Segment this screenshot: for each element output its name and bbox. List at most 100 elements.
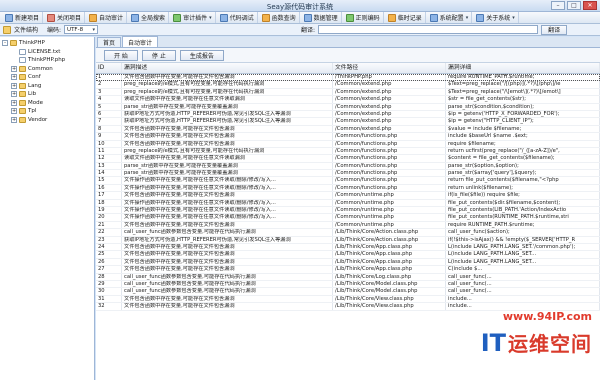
toolbar-close-project[interactable]: 关闭项目 [44, 12, 86, 23]
expand-icon[interactable]: + [11, 74, 17, 81]
cell-detail: call_user_func(... [446, 273, 600, 280]
table-row[interactable]: 27 文件包含函数中存在变量,可能存在文件包含漏洞/Lib/Think/Core/… [96, 266, 600, 274]
table-row[interactable]: 20 文件操作函数中存在变量,可能存在任意文件读取/删除/修改/写入.../Com… [96, 214, 600, 222]
tree-item-label: ThinkPHP.php [28, 57, 66, 64]
table-row[interactable]: 28 call_user_func函数参数包含变量,可能存在代码执行漏洞/Lib/… [96, 273, 600, 281]
toolbar-data-management[interactable]: 数据管理 [301, 12, 342, 23]
table-row[interactable]: 9 文件包含函数中存在变量,可能存在文件包含漏洞/Common/functions… [96, 133, 600, 141]
table-row[interactable]: 21 文件包含函数中存在变量,可能存在文件包含漏洞/Common/runtime.… [96, 221, 600, 230]
table-row[interactable]: 4 读取文件函数中存在变量,可能存在任意文件读取漏洞/Common/extend.… [96, 96, 600, 104]
minimize-button[interactable]: – [551, 1, 565, 10]
cell-id: 7 [96, 118, 122, 125]
table-row[interactable]: 23 获取IP地址方式可伪造,HTTP_REFERER可伪造,常见引发SQL注入等… [96, 236, 600, 244]
cell-detail: if(!$this->isAjax() && !empty($_SERVER['… [446, 236, 600, 243]
translate-label: 翻译: [301, 27, 316, 34]
tree-item[interactable]: + Lib [0, 90, 94, 99]
toolbar-label: 审计插件 [183, 15, 208, 22]
toolbar-auto-audit[interactable]: 自动审计 [86, 12, 128, 23]
table-row[interactable]: 11 preg_replace的/e模式,且有可控变量,可能存在代码执行漏洞/Co… [96, 147, 600, 156]
table-row[interactable]: 32 文件包含函数中存在变量,可能存在文件包含漏洞/Lib/Think/Core/… [96, 303, 600, 311]
toolbar-new-project[interactable]: 新建项目 [2, 12, 44, 23]
toolbar-system-config[interactable]: 系统配置 ▾ [427, 12, 473, 23]
tab-strip: 首页 自动审计 [96, 36, 600, 48]
table-row[interactable]: 30 call_user_func函数参数包含变量,可能存在代码执行漏洞/Lib/… [96, 288, 600, 296]
tree-item[interactable]: + Mode [0, 99, 94, 108]
expand-icon[interactable]: + [11, 116, 17, 123]
cell-id: 30 [96, 288, 122, 295]
close-window-button[interactable]: ✕ [583, 1, 597, 10]
column-header-description[interactable]: 漏洞描述 [122, 63, 333, 73]
table-row[interactable]: 7 获取IP地址方式可伪造,HTTP_REFERER可伪造,常见引发SQL注入等漏… [96, 118, 600, 126]
table-row[interactable]: 26 文件包含函数中存在变量,可能存在文件包含漏洞/Lib/Think/Core/… [96, 258, 600, 267]
expand-icon[interactable]: + [11, 65, 17, 72]
table-row[interactable]: 10 文件包含函数中存在变量,可能存在文件包含漏洞/Common/function… [96, 140, 600, 148]
toolbar-audit-plugin[interactable]: 审计插件 ▾ [170, 12, 216, 23]
tree-item[interactable]: - ThinkPHP [0, 39, 94, 48]
cell-file-path: /Lib/Think/Core/Log.class.php [333, 273, 446, 280]
tab-home[interactable]: 首页 [97, 37, 122, 47]
collapse-icon[interactable]: - [2, 40, 8, 47]
table-row[interactable]: 2 preg_replace的/e模式,且有可控变量,可能存在代码执行漏洞/Com… [96, 81, 600, 89]
tree-item[interactable]: + Conf [0, 73, 94, 82]
toolbar-global-search[interactable]: 全局搜索 [128, 12, 170, 23]
tab-auto-audit[interactable]: 自动审计 [122, 36, 159, 47]
column-header-file-path[interactable]: 文件路径 [333, 63, 446, 73]
column-header-id[interactable]: ID [96, 63, 122, 73]
cell-file-path: /Lib/Think/Core/Action.class.php [333, 236, 446, 243]
cell-description: 文件包含函数中存在变量,可能存在文件包含漏洞 [122, 192, 333, 199]
table-row[interactable]: 29 call_user_func函数参数包含变量,可能存在代码执行漏洞/Lib/… [96, 280, 600, 289]
stop-button[interactable]: 停 止 [141, 49, 176, 61]
toolbar-regex-encode[interactable]: 正则编码 [343, 12, 384, 23]
maximize-button[interactable]: □ [567, 1, 581, 10]
cell-file-path: /Common/runtime.php [333, 221, 446, 229]
table-row[interactable]: 6 获取IP地址方式可伪造,HTTP_REFERER可伪造,常见引发SQL注入等漏… [96, 110, 600, 119]
cell-file-path: /Lib/Think/Core/View.class.php [333, 295, 446, 303]
table-row[interactable]: 14 parse_str函数中存在变量,可能存在变量覆盖漏洞/Common/fun… [96, 170, 600, 178]
system-config-icon [429, 13, 438, 22]
tree-item[interactable]: + Tpl [0, 107, 94, 116]
file-icon [19, 57, 26, 64]
table-row[interactable]: 12 读取文件函数中存在变量,可能存在任意文件读取漏洞/Common/functi… [96, 155, 600, 163]
table-row[interactable]: 3 preg_replace的/e模式,且有可控变量,可能存在代码执行漏洞/Com… [96, 88, 600, 97]
folder-icon [19, 99, 26, 106]
expand-icon[interactable]: + [11, 99, 17, 106]
translate-input[interactable] [318, 25, 539, 34]
table-row[interactable]: 15 文件操作函数中存在变量,可能存在任意文件读取/删除/修改/写入.../Com… [96, 177, 600, 185]
cell-id: 25 [96, 251, 122, 258]
tree-item[interactable]: + Vendor [0, 116, 94, 125]
column-header-detail[interactable]: 漏洞详细 [446, 63, 600, 73]
generate-report-button[interactable]: 生成报告 [179, 49, 224, 61]
cell-detail: include... [446, 295, 600, 303]
table-row[interactable]: 16 文件操作函数中存在变量,可能存在任意文件读取/删除/修改/写入.../Com… [96, 184, 600, 193]
start-button[interactable]: 开 始 [104, 49, 138, 61]
table-row[interactable]: 1 文件包含函数中存在变量,可能存在文件包含漏洞/ThinkPHP.php requ… [96, 74, 600, 82]
table-row[interactable]: 13 parse_str函数中存在变量,可能存在变量覆盖漏洞/Common/fun… [96, 162, 600, 171]
toolbar-function-query[interactable]: 函数查询 [259, 12, 300, 23]
table-row[interactable]: 22 call_user_func函数参数包含变量,可能存在代码执行漏洞/Lib/… [96, 229, 600, 237]
tree-item[interactable]: ThinkPHP.php [0, 56, 94, 65]
tree-item[interactable]: + Lang [0, 82, 94, 91]
audit-actions: 开 始 停 止 生成报告 [96, 48, 600, 63]
table-row[interactable]: 31 文件包含函数中存在变量,可能存在文件包含漏洞/Lib/Think/Core/… [96, 295, 600, 304]
expand-icon[interactable]: + [11, 91, 17, 98]
toolbar-temp-record[interactable]: 临时记录 [385, 12, 426, 23]
table-row[interactable]: 24 文件包含函数中存在变量,可能存在文件包含漏洞/Lib/Think/Core/… [96, 243, 600, 252]
table-row[interactable]: 17 文件包含函数中存在变量,可能存在文件包含漏洞/Common/runtime.… [96, 192, 600, 200]
tree-item[interactable]: + Common [0, 65, 94, 74]
table-row[interactable]: 5 parse_str函数中存在变量,可能存在变量覆盖漏洞/Common/exte… [96, 103, 600, 111]
table-row[interactable]: 8 文件包含函数中存在变量,可能存在文件包含漏洞/Common/extend.ph… [96, 125, 600, 134]
expand-icon[interactable]: + [11, 108, 17, 115]
toolbar-about[interactable]: 关于系统 ▾ [473, 12, 519, 23]
table-row[interactable]: 18 文件操作函数中存在变量,可能存在任意文件读取/删除/修改/写入.../Com… [96, 199, 600, 208]
cell-detail: $ip = getenv("HTTP_CLIENT_IP"); [446, 118, 600, 125]
cell-description: parse_str函数中存在变量,可能存在变量覆盖漏洞 [122, 162, 333, 170]
tree-item[interactable]: LICENSE.txt [0, 48, 94, 57]
table-row[interactable]: 19 文件操作函数中存在变量,可能存在任意文件读取/删除/修改/写入.../Com… [96, 207, 600, 215]
audit-plugin-icon [173, 13, 182, 22]
table-row[interactable]: 25 文件包含函数中存在变量,可能存在文件包含漏洞/Lib/Think/Core/… [96, 251, 600, 259]
toolbar-code-debug[interactable]: 代码调试 [217, 12, 258, 23]
cell-description: call_user_func函数参数包含变量,可能存在代码执行漏洞 [122, 280, 333, 288]
translate-button[interactable]: 翻译 [541, 24, 568, 35]
encoding-select[interactable]: UTF-8 ▾ [64, 25, 99, 34]
expand-icon[interactable]: + [11, 82, 17, 89]
